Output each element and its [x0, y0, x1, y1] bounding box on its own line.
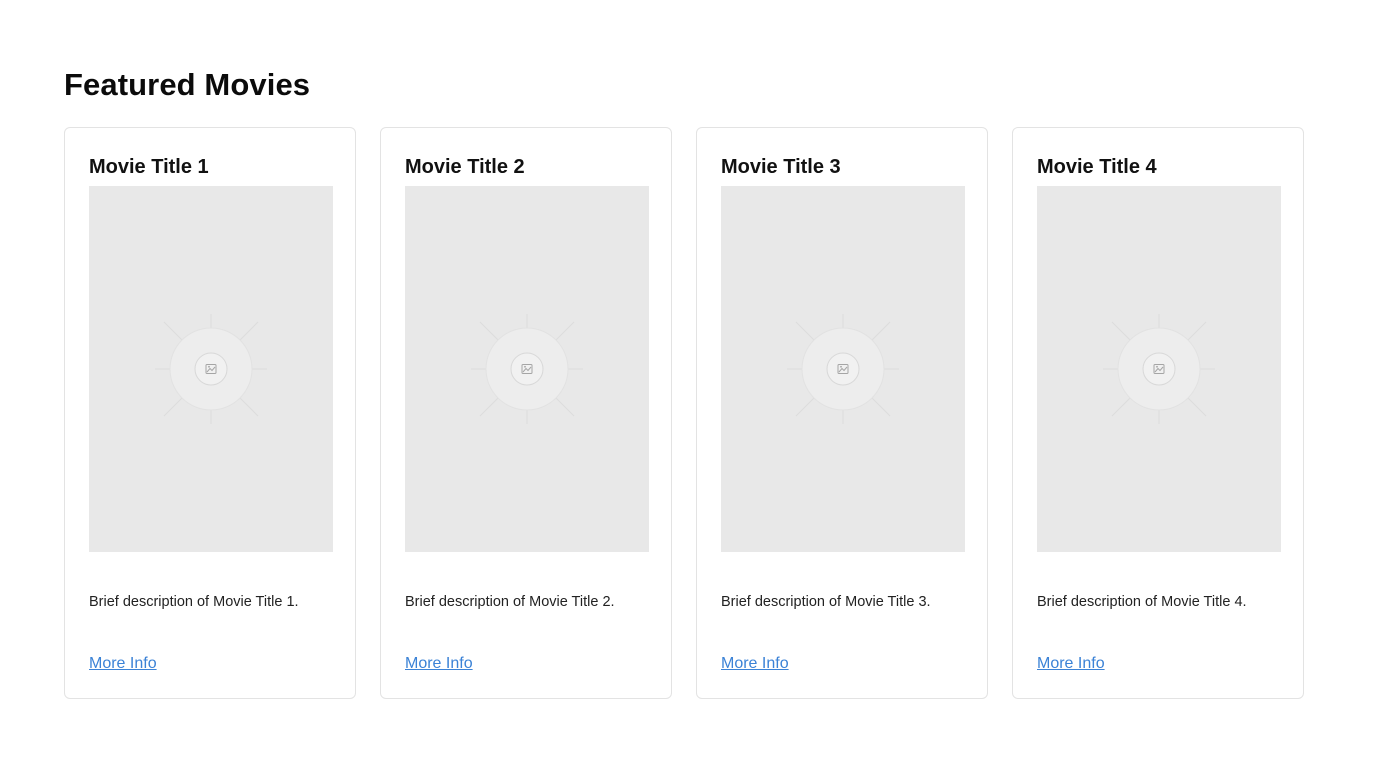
page-title: Featured Movies: [64, 67, 311, 102]
movie-description: Brief description of Movie Title 2.: [405, 594, 615, 610]
more-info-link[interactable]: More Info: [721, 653, 789, 675]
featured-movies-page: Featured Movies Movie Title 1 Brief desc…: [0, 0, 1376, 768]
movie-poster-placeholder: [721, 186, 965, 552]
movie-card: Movie Title 3 Brief description of Movie…: [696, 127, 988, 699]
movie-description: Brief description of Movie Title 3.: [721, 594, 931, 610]
movie-grid: Movie Title 1 Brief description of Movie…: [64, 127, 1304, 699]
movie-title: Movie Title 1: [89, 156, 209, 178]
movie-poster-placeholder: [89, 186, 333, 552]
image-placeholder-icon: [155, 314, 267, 424]
movie-title: Movie Title 4: [1037, 156, 1157, 178]
movie-poster-placeholder: [405, 186, 649, 552]
more-info-link[interactable]: More Info: [405, 653, 473, 675]
more-info-link[interactable]: More Info: [1037, 653, 1105, 675]
image-placeholder-icon: [787, 314, 899, 424]
movie-poster-placeholder: [1037, 186, 1281, 552]
image-placeholder-icon: [471, 314, 583, 424]
image-placeholder-icon: [1103, 314, 1215, 424]
movie-card: Movie Title 4 Brief description of Movie…: [1012, 127, 1304, 699]
movie-card: Movie Title 2 Brief description of Movie…: [380, 127, 672, 699]
movie-description: Brief description of Movie Title 4.: [1037, 594, 1247, 610]
movie-title: Movie Title 2: [405, 156, 525, 178]
movie-description: Brief description of Movie Title 1.: [89, 594, 299, 610]
movie-card: Movie Title 1 Brief description of Movie…: [64, 127, 356, 699]
more-info-link[interactable]: More Info: [89, 653, 157, 675]
movie-title: Movie Title 3: [721, 156, 841, 178]
